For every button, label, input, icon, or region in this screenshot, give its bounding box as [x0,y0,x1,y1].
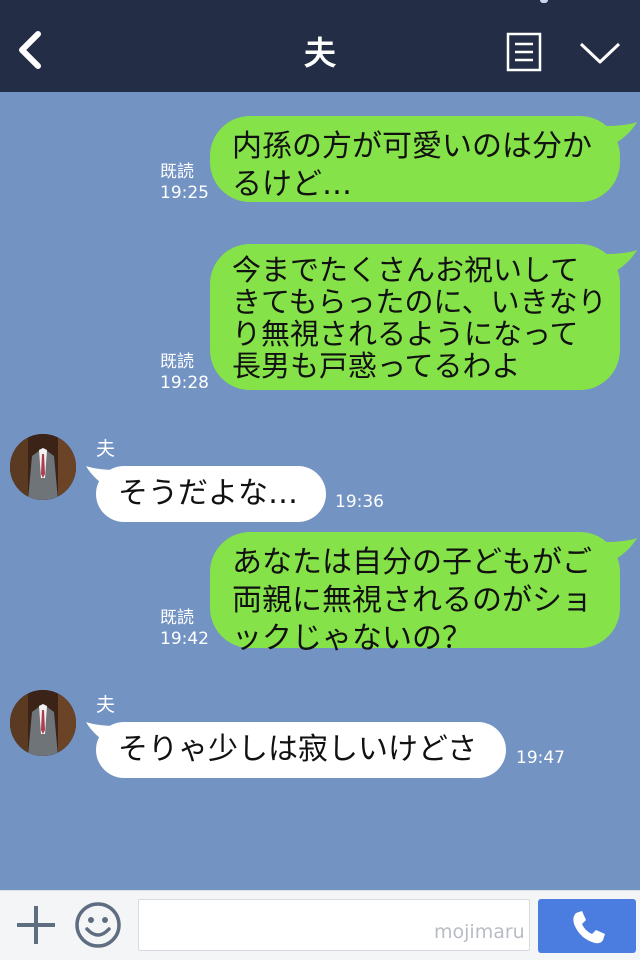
avatar-image [10,690,76,756]
chevron-down-icon [579,42,621,64]
add-attachment-button[interactable] [14,903,58,947]
message-line: 両親に無視されるのがショ [232,583,592,618]
message-bubble-outgoing[interactable]: 内孫の方が可愛いのは分か るけど… [210,116,620,202]
message-text: そりゃ少しは寂しいけどさ [118,732,478,767]
phone-icon [573,911,605,944]
message-line: 長男も戸惑ってるわよ [232,349,521,383]
message-bubble-outgoing[interactable]: 今までたくさんお祝いして きてもらったのに、いきなり り無視されるようになって … [210,244,620,390]
plus-icon [17,906,55,944]
emoji-button[interactable] [74,901,122,949]
chat-header: 夫 [0,0,640,92]
message-line: 内孫の方が可愛いのは分か [232,129,592,164]
message-text: そうだよな… [118,476,298,511]
message-time: 19:28 [160,373,209,393]
message-line: あなたは自分の子どもがご [232,545,592,580]
message-bubble-incoming[interactable]: そりゃ少しは寂しいけどさ [96,722,506,778]
read-receipt: 既読 [160,608,194,628]
sender-name: 夫 [96,438,116,460]
message-line: るけど… [232,167,352,202]
message-line: 今までたくさんお祝いして [232,253,580,287]
message-time: 19:42 [160,629,209,649]
message-time: 19:36 [335,492,384,512]
message-meta: 既読 19:42 [160,608,209,650]
collapse-button[interactable] [578,36,622,70]
avatar-image [10,434,76,500]
message-time: 19:47 [516,748,565,768]
message-time: 19:25 [160,183,209,203]
call-button[interactable] [538,899,636,953]
message-bubble-incoming[interactable]: そうだよな… [96,466,326,522]
input-bar: mojimaru [0,890,640,960]
message-line: ックじゃないの？ [232,621,472,656]
chat-title: 夫 [303,34,336,72]
avatar[interactable] [10,690,76,756]
chat-area[interactable]: 既読 19:25 内孫の方が可愛いのは分か るけど… 既読 19:28 今までた… [0,92,640,890]
message-line: きてもらったのに、いきなり [232,285,607,319]
message-meta: 既読 19:25 [160,162,209,204]
message-meta: 既読 19:28 [160,352,209,394]
message-bubble-outgoing[interactable]: あなたは自分の子どもがご 両親に無視されるのがショ ックじゃないの？ [210,532,620,656]
read-receipt: 既読 [160,352,194,372]
sender-name: 夫 [96,694,116,716]
avatar[interactable] [10,434,76,500]
menu-button[interactable] [506,32,542,72]
smiley-icon [75,902,121,948]
message-line: り無視されるようになって [232,317,579,351]
read-receipt: 既読 [160,162,194,182]
list-icon [506,32,542,72]
status-indicator [540,0,548,3]
watermark: mojimaru [434,921,525,943]
